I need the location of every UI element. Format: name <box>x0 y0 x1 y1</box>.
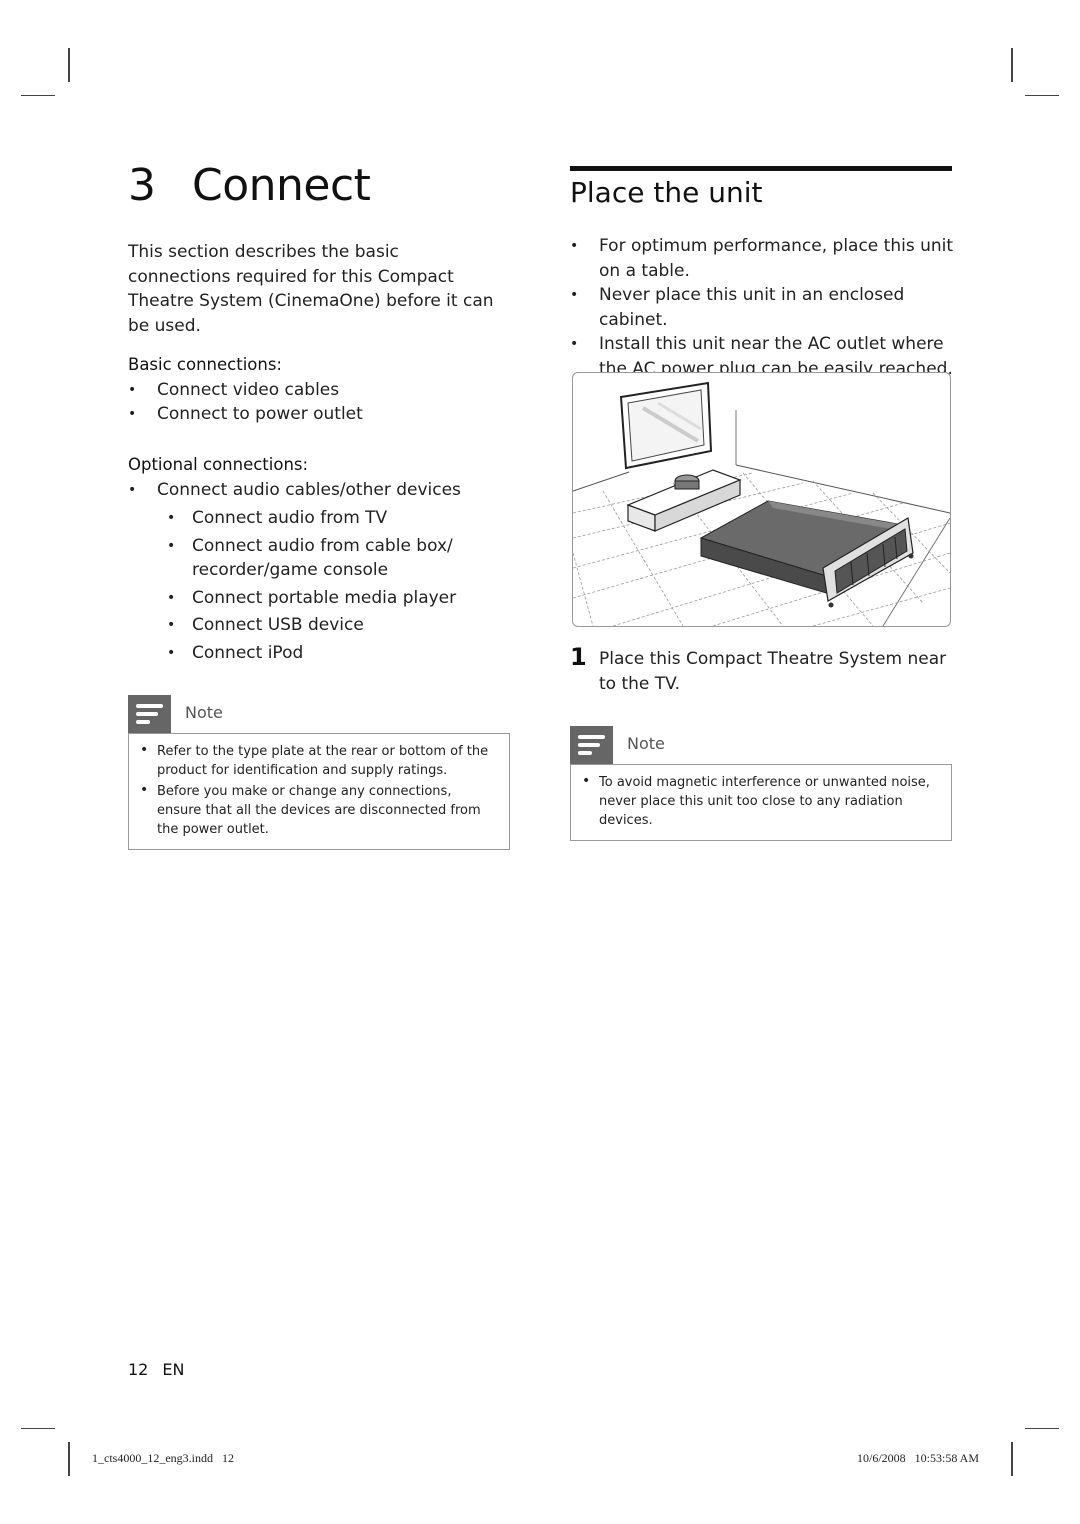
basic-connections: Basic connections: Connect video cables … <box>128 353 508 427</box>
chapter-title: 3 Connect <box>128 160 371 211</box>
optional-connections-heading: Optional connections: <box>128 455 309 474</box>
crop-mark <box>1025 95 1059 96</box>
note-item: To avoid magnetic interference or unwant… <box>581 772 941 830</box>
chapter-title-text: Connect <box>192 160 371 211</box>
crop-mark <box>21 1428 55 1429</box>
step-text: Place this Compact Theatre System near t… <box>599 649 947 694</box>
sub-list-item: Connect audio from cable box/ recorder/g… <box>157 534 508 583</box>
section-title: Place the unit <box>570 176 763 209</box>
note-item: Before you make or change any connection… <box>139 781 499 839</box>
crop-mark <box>1025 1428 1059 1429</box>
note-icon <box>128 695 171 733</box>
crop-mark <box>68 48 70 82</box>
room-illustration <box>572 372 951 627</box>
list-item: Never place this unit in an enclosed cab… <box>570 283 955 332</box>
sub-list-item: Connect iPod <box>157 641 508 666</box>
sub-list-item: Connect portable media player <box>157 586 508 611</box>
slug-file: 1_cts4000_12_eng3.indd 12 <box>92 1451 234 1465</box>
sub-list-item: Connect USB device <box>157 613 508 638</box>
crop-mark <box>1011 48 1013 82</box>
crop-mark <box>1011 1442 1013 1476</box>
optional-connections: Optional connections: Connect audio cabl… <box>128 453 508 668</box>
note-box-left: Note Refer to the type plate at the rear… <box>128 695 510 850</box>
list-item: For optimum performance, place this unit… <box>570 234 955 283</box>
page-number-value: 12 <box>128 1360 149 1379</box>
crop-mark <box>68 1442 70 1476</box>
basic-connections-heading: Basic connections: <box>128 355 282 374</box>
note-label: Note <box>627 734 665 753</box>
note-item: Refer to the type plate at the rear or b… <box>139 741 499 780</box>
list-item: Connect to power outlet <box>128 402 508 427</box>
list-item: Connect audio cables/other devices <box>128 478 508 503</box>
step-1: 1 Place this Compact Theatre System near… <box>570 643 955 696</box>
note-icon <box>570 726 613 764</box>
page-number: 12 EN <box>128 1360 184 1379</box>
section-rule <box>570 166 952 171</box>
placement-list: For optimum performance, place this unit… <box>570 234 955 381</box>
note-label: Note <box>185 703 223 722</box>
list-item: Connect video cables <box>128 378 508 403</box>
chapter-number: 3 <box>128 160 156 211</box>
note-box-right: Note To avoid magnetic interference or u… <box>570 726 952 841</box>
sub-list-item: Connect audio from TV <box>157 506 508 531</box>
crop-mark <box>21 95 55 96</box>
language-code: EN <box>162 1360 185 1379</box>
slug-timestamp: 10/6/2008 10:53:58 AM <box>857 1451 980 1465</box>
step-number: 1 <box>570 643 587 671</box>
intro-paragraph: This section describes the basic connect… <box>128 242 494 336</box>
